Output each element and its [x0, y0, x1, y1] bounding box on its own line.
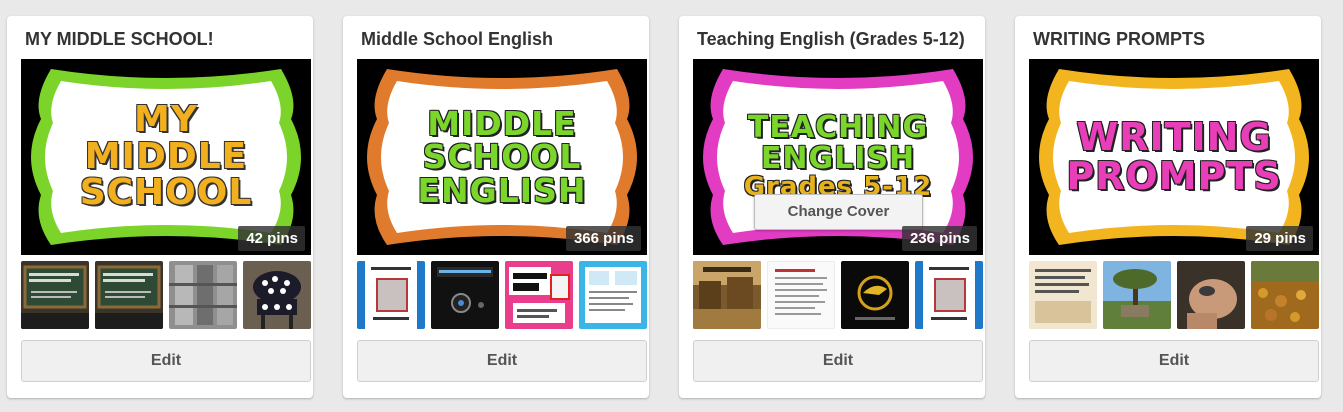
thumbnail[interactable] — [1029, 261, 1097, 329]
board-cover[interactable]: MY MIDDLE SCHOOL 42 pins — [21, 59, 311, 255]
board-title[interactable]: Teaching English (Grades 5-12) — [697, 29, 975, 50]
pin-count-badge: 236 pins — [901, 226, 977, 251]
thumbnail[interactable] — [767, 261, 835, 329]
thumbnail-row — [693, 261, 983, 329]
edit-button[interactable]: Edit — [693, 340, 983, 382]
board-card[interactable]: MY MIDDLE SCHOOL! MY MIDDLE SCHOOL 42 pi… — [7, 16, 313, 398]
thumbnail[interactable] — [505, 261, 573, 329]
cover-line: WRITING — [1076, 115, 1272, 160]
thumbnail[interactable] — [21, 261, 89, 329]
cover-line: MIDDLE — [84, 135, 248, 177]
cover-line: TEACHING — [747, 110, 929, 146]
thumbnail[interactable] — [693, 261, 761, 329]
edit-button[interactable]: Edit — [21, 340, 311, 382]
cover-line: MY — [134, 98, 198, 140]
edit-button[interactable]: Edit — [357, 340, 647, 382]
pin-count-badge: 42 pins — [238, 226, 305, 251]
pin-count-badge: 366 pins — [565, 226, 641, 251]
change-cover-button[interactable]: Change Cover — [754, 194, 923, 230]
thumbnail[interactable] — [169, 261, 237, 329]
cover-line: ENGLISH — [760, 140, 916, 176]
cover-line: MIDDLE — [427, 103, 577, 143]
pin-count-badge: 29 pins — [1246, 226, 1313, 251]
thumbnail[interactable] — [1251, 261, 1319, 329]
cover-line: ENGLISH — [417, 170, 587, 210]
thumbnail[interactable] — [841, 261, 909, 329]
board-cover[interactable]: WRITING PROMPTS 29 pins — [1029, 59, 1319, 255]
thumbnail[interactable] — [1177, 261, 1245, 329]
cover-line: SCHOOL — [422, 137, 582, 177]
thumbnail-row — [1029, 261, 1319, 329]
thumbnail-row — [21, 261, 311, 329]
thumbnail[interactable] — [431, 261, 499, 329]
thumbnail[interactable] — [357, 261, 425, 329]
board-title[interactable]: WRITING PROMPTS — [1033, 29, 1311, 50]
thumbnail[interactable] — [243, 261, 311, 329]
board-card[interactable]: Middle School English MIDDLE SCHOOL ENGL… — [343, 16, 649, 398]
thumbnail-row — [357, 261, 647, 329]
cover-line: SCHOOL — [79, 172, 253, 214]
board-card[interactable]: Teaching English (Grades 5-12) TEACHING … — [679, 16, 985, 398]
board-cover[interactable]: MIDDLE SCHOOL ENGLISH 366 pins — [357, 59, 647, 255]
board-card[interactable]: WRITING PROMPTS WRITING PROMPTS 29 pins — [1015, 16, 1321, 398]
thumbnail[interactable] — [915, 261, 983, 329]
thumbnail[interactable] — [1103, 261, 1171, 329]
edit-button[interactable]: Edit — [1029, 340, 1319, 382]
board-cover[interactable]: TEACHING ENGLISH Grades 5-12 Change Cove… — [693, 59, 983, 255]
thumbnail[interactable] — [579, 261, 647, 329]
board-title[interactable]: Middle School English — [361, 29, 639, 50]
board-title[interactable]: MY MIDDLE SCHOOL! — [25, 29, 303, 50]
board-grid: MY MIDDLE SCHOOL! MY MIDDLE SCHOOL 42 pi… — [0, 0, 1343, 412]
cover-line: PROMPTS — [1066, 154, 1282, 198]
thumbnail[interactable] — [95, 261, 163, 329]
